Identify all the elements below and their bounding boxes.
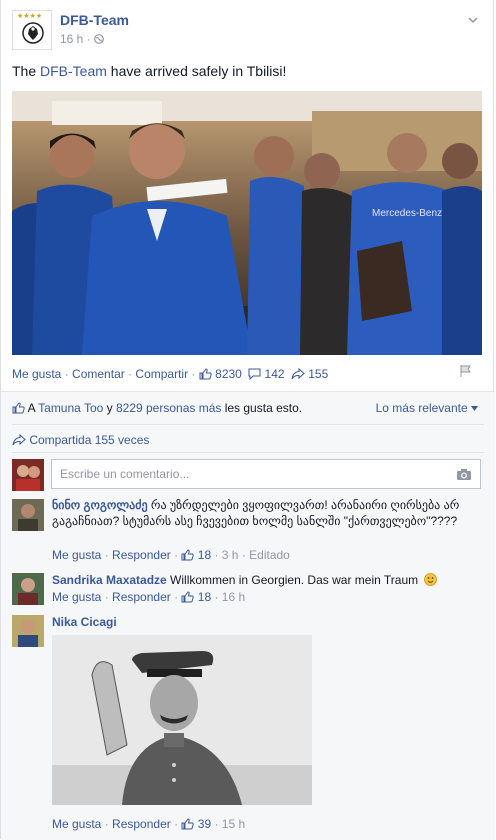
comment-input[interactable]: [58, 466, 442, 482]
post-actions: Me gusta · Comentar · Compartir · 8230 1…: [12, 367, 328, 381]
liker-name-link[interactable]: Tamuna Too: [38, 401, 103, 415]
smiley-emoji-icon: [424, 573, 438, 586]
likes-middle: y: [103, 401, 116, 415]
caret-down-icon: [471, 406, 478, 411]
likes-count[interactable]: 8230: [215, 367, 242, 381]
comment-time[interactable]: 16 h: [222, 590, 245, 604]
commenter-name-link[interactable]: Nika Cicagi: [52, 615, 117, 629]
comment-photo[interactable]: [52, 635, 312, 805]
action-sep: ·: [128, 367, 133, 381]
comment-likes-count[interactable]: 18: [198, 590, 211, 604]
shares-count[interactable]: 155: [308, 367, 328, 381]
page-name-link[interactable]: DFB-Team: [60, 12, 129, 28]
post-text: The DFB-Team have arrived safely in Tbil…: [12, 63, 286, 79]
comment-text: Willkommen in Georgien. Das war mein Tra…: [166, 573, 419, 587]
commenter-avatar[interactable]: [12, 499, 44, 531]
dfb-crest-icon: [22, 22, 44, 44]
shares-line[interactable]: Compartida 155 veces: [12, 433, 149, 447]
flag-icon[interactable]: [459, 364, 473, 378]
comment-reply-button[interactable]: Responder: [112, 817, 171, 831]
post-meta: 16 h ·: [60, 32, 104, 46]
action-sep: ·: [191, 367, 196, 381]
thumbs-up-icon: [12, 402, 25, 414]
comment-button[interactable]: Comentar: [72, 367, 125, 381]
comment-likes-count[interactable]: 18: [198, 548, 211, 562]
share-arrow-icon: [291, 367, 305, 380]
thumbs-up-icon: [181, 591, 195, 603]
page-avatar[interactable]: ★★★★: [12, 10, 52, 50]
comment-time[interactable]: 3 h: [222, 548, 239, 562]
jersey-text: Mercedes-Benz: [372, 208, 442, 219]
commenter-name-link[interactable]: ნინო გოგოლაძე: [52, 498, 148, 512]
action-sep: ·: [64, 367, 69, 381]
comment-like-button[interactable]: Me gusta: [52, 548, 101, 562]
globe-icon: [94, 34, 104, 44]
commenter-avatar[interactable]: [12, 615, 44, 647]
divider: [12, 452, 484, 453]
comment-bubble-icon: [248, 368, 261, 381]
likes-suffix: les gusta esto.: [221, 401, 303, 415]
comment-reply-button[interactable]: Responder: [112, 590, 171, 604]
thumbs-up-icon: [181, 549, 195, 561]
stars-icon: ★★★★: [17, 13, 43, 20]
comment-like-button[interactable]: Me gusta: [52, 817, 101, 831]
comment-likes-count[interactable]: 39: [198, 817, 211, 831]
shares-label: Compartida 155 veces: [29, 433, 150, 447]
dfb-team-mention-link[interactable]: DFB-Team: [40, 63, 107, 79]
commenter-name-link[interactable]: Sandrika Maxatadze: [52, 573, 167, 587]
post-time-link[interactable]: 16 h: [60, 32, 83, 46]
post-card: ★★★★ DFB-Team 16 h · The DFB-Team have a…: [0, 0, 495, 840]
sort-label: Lo más relevante: [375, 401, 468, 415]
commenter-avatar[interactable]: [12, 573, 44, 605]
comment-body: ნინო გოგოლაძე რა უზრდელები ვყოფილვართ! ა…: [52, 497, 482, 529]
post-text-after: have arrived safely in Tbilisi!: [106, 63, 287, 79]
my-avatar[interactable]: [12, 459, 44, 491]
comment-meta: Me gusta · Responder · 18 · 16 h: [52, 590, 246, 604]
others-link[interactable]: 8229 personas más: [116, 401, 221, 415]
comment-body: Nika Cicagi: [52, 614, 482, 630]
comment-time[interactable]: 15 h: [222, 817, 245, 831]
camera-icon[interactable]: [456, 468, 472, 481]
meta-separator: ·: [86, 32, 91, 46]
chevron-down-icon[interactable]: [467, 14, 479, 26]
comments-count[interactable]: 142: [265, 367, 285, 381]
comment-meta: Me gusta · Responder · 18 · 3 h · Editad…: [52, 548, 290, 562]
likes-prefix: A: [27, 401, 39, 415]
likes-summary: A Tamuna Too y 8229 personas más les gus…: [12, 401, 302, 415]
sort-dropdown[interactable]: Lo más relevante: [376, 401, 478, 415]
post-photo[interactable]: Mercedes-Benz: [12, 91, 482, 355]
comment-reply-button[interactable]: Responder: [112, 548, 171, 562]
comment-like-button[interactable]: Me gusta: [52, 590, 101, 604]
share-arrow-icon: [12, 433, 26, 446]
share-button[interactable]: Compartir: [135, 367, 188, 381]
post-text-before: The: [12, 63, 41, 79]
divider: [12, 424, 484, 425]
thumbs-up-icon: [181, 818, 195, 830]
comment-edited[interactable]: Editado: [249, 548, 290, 562]
like-button[interactable]: Me gusta: [12, 367, 61, 381]
comment-meta: Me gusta · Responder · 39 · 15 h: [52, 817, 246, 831]
comment-body: Sandrika Maxatadze Willkommen in Georgie…: [52, 572, 482, 588]
comment-input-box[interactable]: [51, 459, 481, 489]
thumbs-up-icon: [199, 368, 212, 380]
